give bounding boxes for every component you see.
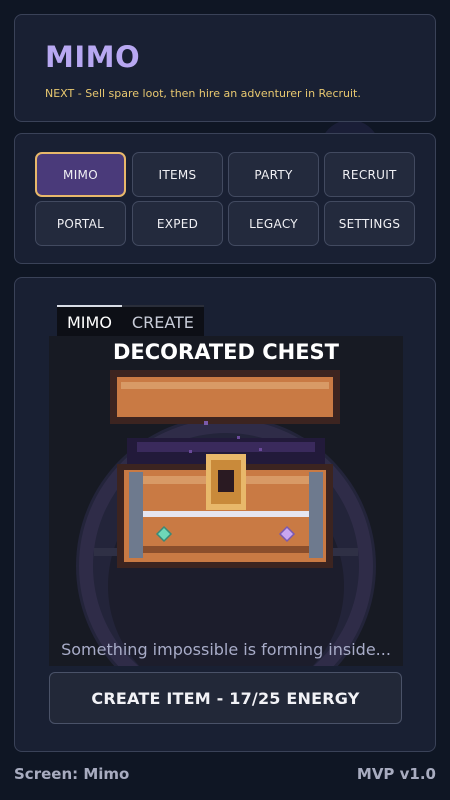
- nav-settings-button[interactable]: SETTINGS: [324, 201, 415, 246]
- chest-left-strap: [129, 472, 143, 558]
- nav-legacy-button[interactable]: LEGACY: [228, 201, 319, 246]
- create-item-button[interactable]: CREATE ITEM - 17/25 ENERGY: [49, 672, 402, 724]
- item-name: DECORATED CHEST: [112, 340, 340, 364]
- tab-bar: MIMO CREATE: [57, 305, 204, 337]
- nav-mimo-button[interactable]: MIMO: [35, 152, 126, 197]
- chest-bottom-stripe: [134, 546, 316, 553]
- nav-portal-button[interactable]: PORTAL: [35, 201, 126, 246]
- next-hint: NEXT - Sell spare loot, then hire an adv…: [45, 87, 361, 100]
- sparkle: [189, 450, 192, 453]
- tab-mimo[interactable]: MIMO: [57, 305, 122, 337]
- tab-create[interactable]: CREATE: [121, 305, 204, 337]
- nav-panel: MIMO ITEMS PARTY RECRUIT PORTAL EXPED LE…: [14, 133, 436, 264]
- chest-lid-highlight: [121, 382, 329, 389]
- chest-band: [134, 511, 316, 517]
- chest-interior-glow: [137, 442, 315, 452]
- forming-status: Something impossible is forming inside..…: [61, 640, 391, 659]
- chest-right-strap: [309, 472, 323, 558]
- treasure-chest-icon[interactable]: [49, 366, 403, 666]
- nav-items-button[interactable]: ITEMS: [132, 152, 223, 197]
- chest-keyhole: [218, 470, 234, 492]
- mimo-stage: DECORATED CHEST Something impossible is …: [49, 336, 403, 666]
- nav-exped-button[interactable]: EXPED: [132, 201, 223, 246]
- main-panel: MIMO CREATE DECORATED CHEST Something im…: [14, 277, 436, 752]
- nav-recruit-button[interactable]: RECRUIT: [324, 152, 415, 197]
- sparkle: [204, 421, 208, 425]
- nav-party-button[interactable]: PARTY: [228, 152, 319, 197]
- version-label: MVP v1.0: [356, 765, 436, 783]
- screen-label: Screen: Mimo: [14, 765, 130, 783]
- sparkle: [237, 436, 240, 439]
- sparkle: [259, 448, 262, 451]
- app-title: MIMO: [45, 40, 141, 74]
- header-panel: MIMO NEXT - Sell spare loot, then hire a…: [14, 14, 436, 122]
